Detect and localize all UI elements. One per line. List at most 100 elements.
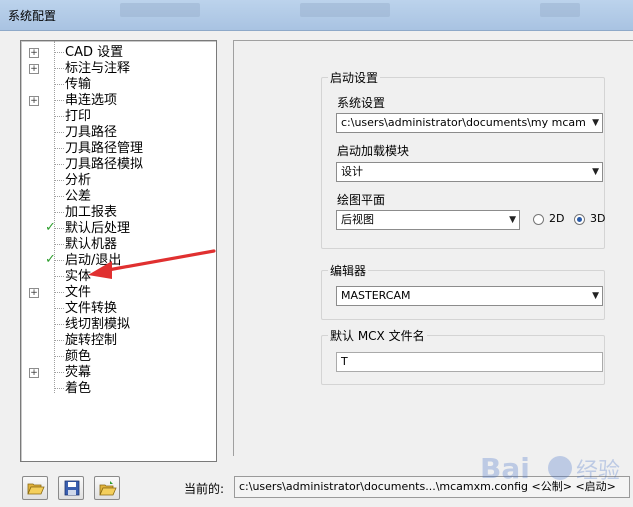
editor-value: MASTERCAM: [341, 289, 411, 302]
tree-connector: [54, 324, 64, 325]
tree-item[interactable]: 加工报表: [21, 205, 214, 221]
radio-2d[interactable]: [533, 214, 544, 225]
save-button[interactable]: [58, 476, 84, 500]
tree-connector: [54, 356, 64, 357]
tree-item-label: 分析: [65, 173, 92, 188]
tree-item[interactable]: + CAD 设置: [21, 45, 214, 61]
tree-item-label: 默认后处理: [65, 221, 131, 236]
folder-merge-icon: [99, 481, 117, 496]
tree-connector: [54, 372, 64, 373]
default-mcx-input[interactable]: T: [336, 352, 603, 372]
tree-item[interactable]: 刀具路径管理: [21, 141, 214, 157]
tree-item[interactable]: 分析: [21, 173, 214, 189]
radio-3d-label: 3D: [590, 212, 606, 225]
tree-item-label: 荧幕: [65, 365, 92, 380]
tree-item-label: 默认机器: [65, 237, 118, 252]
tree-connector: [54, 84, 64, 85]
tree-item-label: 着色: [65, 381, 92, 396]
tree-item[interactable]: 实体: [21, 269, 214, 285]
expand-plus-icon[interactable]: +: [29, 368, 39, 378]
startup-module-dropdown[interactable]: 设计 ▼: [336, 162, 603, 182]
checkmark-icon: ✓: [45, 220, 56, 235]
tree-item[interactable]: 传输: [21, 77, 214, 93]
tree-item-label: 刀具路径模拟: [65, 157, 144, 172]
expand-plus-icon[interactable]: +: [29, 48, 39, 58]
system-settings-value: c:\users\administrator\documents\my mcam…: [341, 116, 586, 129]
tree-item[interactable]: ✓ 启动/退出: [21, 252, 214, 269]
title-ghost: [300, 3, 390, 17]
expand-plus-icon[interactable]: +: [29, 96, 39, 106]
svg-text:Bai: Bai: [480, 452, 530, 485]
editor-group: 编辑器 MASTERCAM ▼: [321, 262, 605, 320]
plane-value: 后视图: [341, 213, 374, 226]
radio-3d[interactable]: [574, 214, 585, 225]
tree-item-label: 文件转换: [65, 301, 118, 316]
expand-plus-icon[interactable]: +: [29, 288, 39, 298]
tree-connector: [54, 340, 64, 341]
tree-connector: [54, 100, 64, 101]
checkmark-icon: ✓: [45, 252, 56, 267]
tree-item[interactable]: 着色: [21, 381, 214, 397]
chevron-down-icon: ▼: [592, 291, 599, 301]
tree-item-label: 实体: [65, 269, 92, 284]
tree-connector: [54, 180, 64, 181]
tree-connector: [54, 148, 64, 149]
chevron-down-icon: ▼: [592, 118, 599, 128]
system-settings-label: 系统设置: [337, 96, 386, 110]
tree-item[interactable]: + 荧幕: [21, 365, 214, 381]
merge-button[interactable]: [94, 476, 120, 500]
svg-text:经验: 经验: [576, 459, 620, 484]
tree-connector: [54, 276, 64, 277]
startup-group: 启动设置 系统设置 c:\users\administrator\documen…: [321, 69, 606, 249]
startup-module-label: 启动加载模块: [337, 144, 410, 158]
current-config-label: 当前的:: [184, 482, 225, 496]
tree-item[interactable]: 刀具路径模拟: [21, 157, 214, 173]
tree-item[interactable]: 旋转控制: [21, 333, 214, 349]
tree-item[interactable]: + 标注与注释: [21, 61, 214, 77]
title-ghost: [120, 3, 200, 17]
tree-connector: [54, 52, 64, 53]
tree-item-label: CAD 设置: [65, 45, 124, 60]
editor-dropdown[interactable]: MASTERCAM ▼: [336, 286, 603, 306]
tree-item[interactable]: 公差: [21, 189, 214, 205]
system-settings-dropdown[interactable]: c:\users\administrator\documents\my mcam…: [336, 113, 603, 133]
title-bar: 系统配置: [0, 0, 633, 31]
editor-group-label: 编辑器: [328, 262, 369, 279]
tree-connector: [54, 308, 64, 309]
save-disk-icon: [64, 480, 80, 496]
tree-item[interactable]: + 文件: [21, 285, 214, 301]
tree-item-label: 公差: [65, 189, 92, 204]
tree-item-label: 颜色: [65, 349, 92, 364]
tree-item[interactable]: 刀具路径: [21, 125, 214, 141]
tree-item[interactable]: 默认机器: [21, 237, 214, 253]
settings-tree[interactable]: + CAD 设置 + 标注与注释 传输 + 串连选项 打印 刀具路径 刀具路径管理 刀具路径模拟 分析…: [20, 40, 217, 462]
tree-item-label: 线切割模拟: [65, 317, 131, 332]
tree-connector: [54, 292, 64, 293]
window-title: 系统配置: [8, 9, 57, 23]
tree-item-label: 文件: [65, 285, 92, 300]
tree-item-label: 串连选项: [65, 93, 118, 108]
default-mcx-group: 默认 MCX 文件名 T: [321, 327, 605, 385]
tree-item-label: 旋转控制: [65, 333, 118, 348]
tree-item-label: 刀具路径管理: [65, 141, 144, 156]
chevron-down-icon: ▼: [509, 215, 516, 225]
tree-item[interactable]: + 串连选项: [21, 93, 214, 109]
baidu-logo: Bai 经验: [480, 452, 620, 485]
tree-item[interactable]: 线切割模拟: [21, 317, 214, 333]
folder-open-icon: [27, 483, 45, 495]
expand-plus-icon[interactable]: +: [29, 64, 39, 74]
open-button[interactable]: [22, 476, 48, 500]
tree-item[interactable]: 文件转换: [21, 301, 214, 317]
title-ghost: [540, 3, 580, 17]
settings-panel: 启动设置 系统设置 c:\users\administrator\documen…: [233, 40, 633, 456]
plane-dropdown[interactable]: 后视图 ▼: [336, 210, 520, 230]
tree-connector: [54, 68, 64, 69]
tree-connector: [54, 196, 64, 197]
tree-item-label: 启动/退出: [65, 253, 122, 268]
tree-item[interactable]: ✓ 默认后处理: [21, 220, 214, 237]
tree-connector: [54, 164, 64, 165]
tree-item[interactable]: 打印: [21, 109, 214, 125]
default-mcx-group-label: 默认 MCX 文件名: [328, 327, 427, 344]
tree-item[interactable]: 颜色: [21, 349, 214, 365]
chevron-down-icon: ▼: [592, 167, 599, 177]
